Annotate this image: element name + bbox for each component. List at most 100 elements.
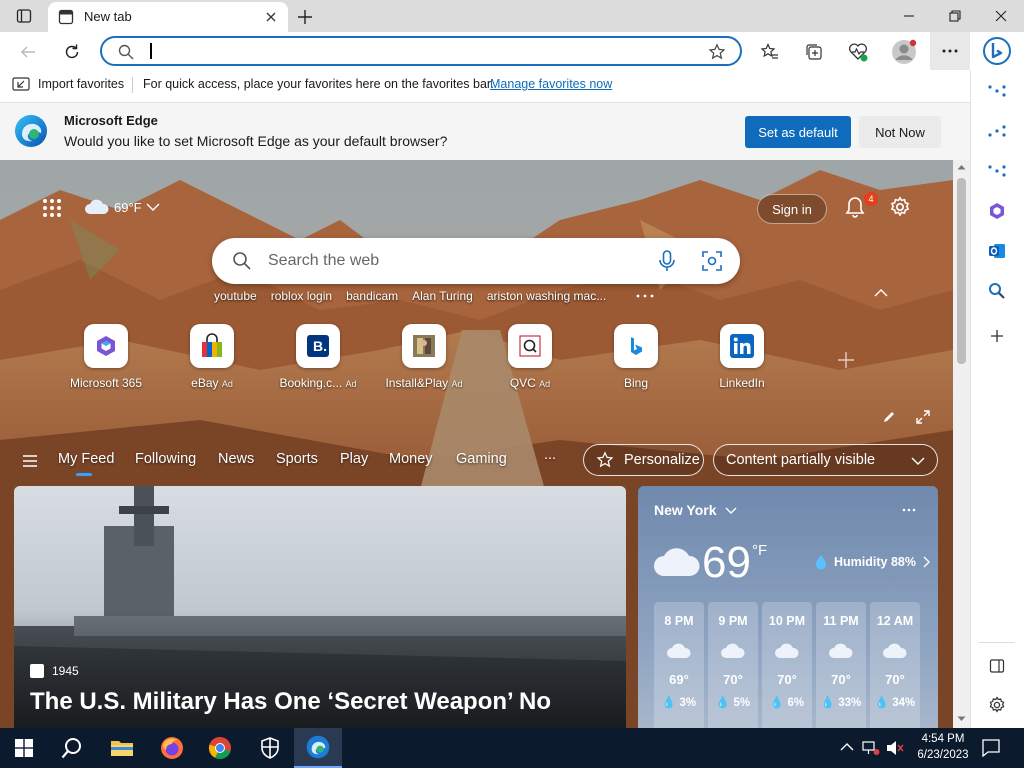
web-search-box[interactable]: Search the web bbox=[212, 238, 740, 284]
menu-icon[interactable] bbox=[22, 455, 38, 467]
taskbar-firefox[interactable] bbox=[148, 728, 196, 768]
network-icon[interactable] bbox=[862, 740, 880, 756]
quick-link-microsoft-365[interactable]: Microsoft 365 bbox=[66, 324, 146, 390]
weather-card[interactable]: New York 69 °F Humidity 88% 8 PM 69° 💧 3… bbox=[638, 486, 938, 728]
quick-link-ebay[interactable]: eBay Ad bbox=[172, 324, 252, 390]
bing-copilot-button[interactable] bbox=[982, 34, 1012, 68]
close-tab-icon[interactable] bbox=[262, 8, 280, 26]
nav-news[interactable]: News bbox=[218, 451, 254, 467]
close-window-button[interactable] bbox=[978, 0, 1024, 32]
tab-new-tab[interactable]: New tab bbox=[48, 2, 288, 32]
trending-item[interactable]: roblox login bbox=[271, 289, 332, 303]
favorites-button[interactable] bbox=[756, 38, 784, 66]
notification-center-icon[interactable] bbox=[982, 739, 1000, 757]
quick-link-booking[interactable]: B. Booking.c... Ad bbox=[278, 324, 358, 390]
hourly-forecast-item[interactable]: 9 PM 70° 💧 5% bbox=[708, 602, 758, 728]
address-bar[interactable] bbox=[100, 36, 742, 66]
nav-play[interactable]: Play bbox=[340, 451, 368, 467]
nav-more[interactable]: ... bbox=[544, 447, 556, 463]
content-visibility-dropdown[interactable]: Content partially visible bbox=[713, 444, 938, 476]
edit-background-icon[interactable] bbox=[882, 410, 896, 424]
quick-link-qvc[interactable]: QVC Ad bbox=[490, 324, 570, 390]
app-launcher-icon[interactable] bbox=[42, 198, 62, 218]
humidity[interactable]: Humidity 88% bbox=[814, 554, 930, 570]
quick-link-linkedin[interactable]: LinkedIn bbox=[702, 324, 782, 390]
nav-my-feed[interactable]: My Feed bbox=[58, 451, 114, 467]
scrollbar-thumb[interactable] bbox=[957, 178, 966, 364]
nav-sports[interactable]: Sports bbox=[276, 451, 318, 467]
back-button[interactable] bbox=[14, 38, 42, 66]
hourly-forecast-item[interactable]: 12 AM 70° 💧 34% bbox=[870, 602, 920, 728]
nav-gaming[interactable]: Gaming bbox=[456, 451, 507, 467]
sidebar-add-button[interactable] bbox=[979, 321, 1015, 351]
hide-sidebar-button[interactable] bbox=[979, 651, 1015, 681]
not-now-button[interactable]: Not Now bbox=[859, 116, 941, 148]
cloud-icon bbox=[667, 643, 691, 658]
notifications-button[interactable]: 4 bbox=[843, 192, 878, 222]
trending-item[interactable]: bandicam bbox=[346, 289, 398, 303]
scroll-down-arrow-icon[interactable] bbox=[957, 716, 966, 722]
personalize-button[interactable]: Personalize bbox=[583, 444, 704, 476]
plus-icon bbox=[991, 330, 1003, 342]
favorite-star-icon[interactable] bbox=[708, 43, 726, 61]
quick-link-install-play[interactable]: Install&Play Ad bbox=[384, 324, 464, 390]
weather-location[interactable]: New York bbox=[654, 502, 737, 518]
hourly-forecast-item[interactable]: 8 PM 69° 💧 3% bbox=[654, 602, 704, 728]
address-input[interactable] bbox=[146, 42, 686, 60]
microphone-icon[interactable] bbox=[658, 250, 676, 272]
chevron-down-icon bbox=[146, 203, 160, 211]
minimize-button[interactable] bbox=[886, 0, 932, 32]
news-card[interactable]: 1945 The U.S. Military Has One ‘Secret W… bbox=[14, 486, 626, 728]
news-headline[interactable]: The U.S. Military Has One ‘Secret Weapon… bbox=[30, 688, 551, 716]
sidebar-search[interactable] bbox=[979, 276, 1015, 306]
tab-actions-button[interactable] bbox=[0, 0, 48, 32]
more-trending-icon[interactable] bbox=[636, 294, 654, 298]
hour-time: 10 PM bbox=[768, 614, 806, 628]
hourly-forecast-item[interactable]: 11 PM 70° 💧 33% bbox=[816, 602, 866, 728]
weather-widget-button[interactable]: 69°F bbox=[84, 198, 160, 216]
taskbar-chrome[interactable] bbox=[196, 728, 244, 768]
taskbar-search-button[interactable] bbox=[48, 728, 96, 768]
taskbar-edge[interactable] bbox=[294, 728, 342, 768]
collections-button[interactable] bbox=[800, 38, 828, 66]
chevron-up-icon[interactable] bbox=[874, 288, 888, 298]
sidebar-dots-1[interactable] bbox=[979, 76, 1015, 106]
star-edit-icon bbox=[596, 451, 614, 468]
taskbar-security[interactable] bbox=[246, 728, 294, 768]
restore-button[interactable] bbox=[932, 0, 978, 32]
taskbar-file-explorer[interactable] bbox=[98, 728, 146, 768]
set-as-default-button[interactable]: Set as default bbox=[745, 116, 851, 148]
start-button[interactable] bbox=[0, 728, 48, 768]
trending-item[interactable]: Alan Turing bbox=[412, 289, 473, 303]
page-settings-gear-icon[interactable] bbox=[889, 196, 911, 218]
manage-favorites-link[interactable]: Manage favorites now bbox=[490, 77, 612, 91]
cloud-icon bbox=[85, 199, 109, 214]
add-quick-link-icon[interactable] bbox=[836, 350, 856, 370]
sidebar-dots-2[interactable] bbox=[979, 116, 1015, 146]
quick-link-bing[interactable]: Bing bbox=[596, 324, 676, 390]
visual-search-icon[interactable] bbox=[702, 251, 722, 271]
profile-button[interactable] bbox=[890, 38, 918, 66]
sidebar-outlook[interactable] bbox=[979, 236, 1015, 266]
refresh-button[interactable] bbox=[58, 38, 86, 66]
browser-essentials-button[interactable] bbox=[844, 38, 872, 66]
new-tab-button[interactable] bbox=[294, 6, 316, 28]
trending-item[interactable]: youtube bbox=[214, 289, 257, 303]
more-options-icon[interactable] bbox=[902, 508, 916, 512]
scroll-up-arrow-icon[interactable] bbox=[957, 164, 966, 170]
nav-money[interactable]: Money bbox=[389, 451, 433, 467]
settings-more-button[interactable] bbox=[930, 32, 970, 70]
volume-muted-icon[interactable] bbox=[886, 740, 904, 756]
sign-in-button[interactable]: Sign in bbox=[757, 194, 827, 224]
expand-icon[interactable] bbox=[916, 410, 930, 424]
nav-following[interactable]: Following bbox=[135, 451, 196, 467]
import-favorites-button[interactable]: Import favorites bbox=[12, 76, 124, 92]
show-hidden-icons-chevron-icon[interactable] bbox=[840, 742, 854, 752]
hour-precip: 💧 3% bbox=[661, 697, 697, 709]
trending-item[interactable]: ariston washing mac... bbox=[487, 289, 606, 303]
sidebar-m365[interactable] bbox=[979, 196, 1015, 226]
hourly-forecast-item[interactable]: 10 PM 70° 💧 6% bbox=[762, 602, 812, 728]
sidebar-settings-button[interactable] bbox=[979, 690, 1015, 720]
clock[interactable]: 4:54 PM 6/23/2023 bbox=[912, 731, 974, 763]
sidebar-dots-3[interactable] bbox=[979, 156, 1015, 186]
